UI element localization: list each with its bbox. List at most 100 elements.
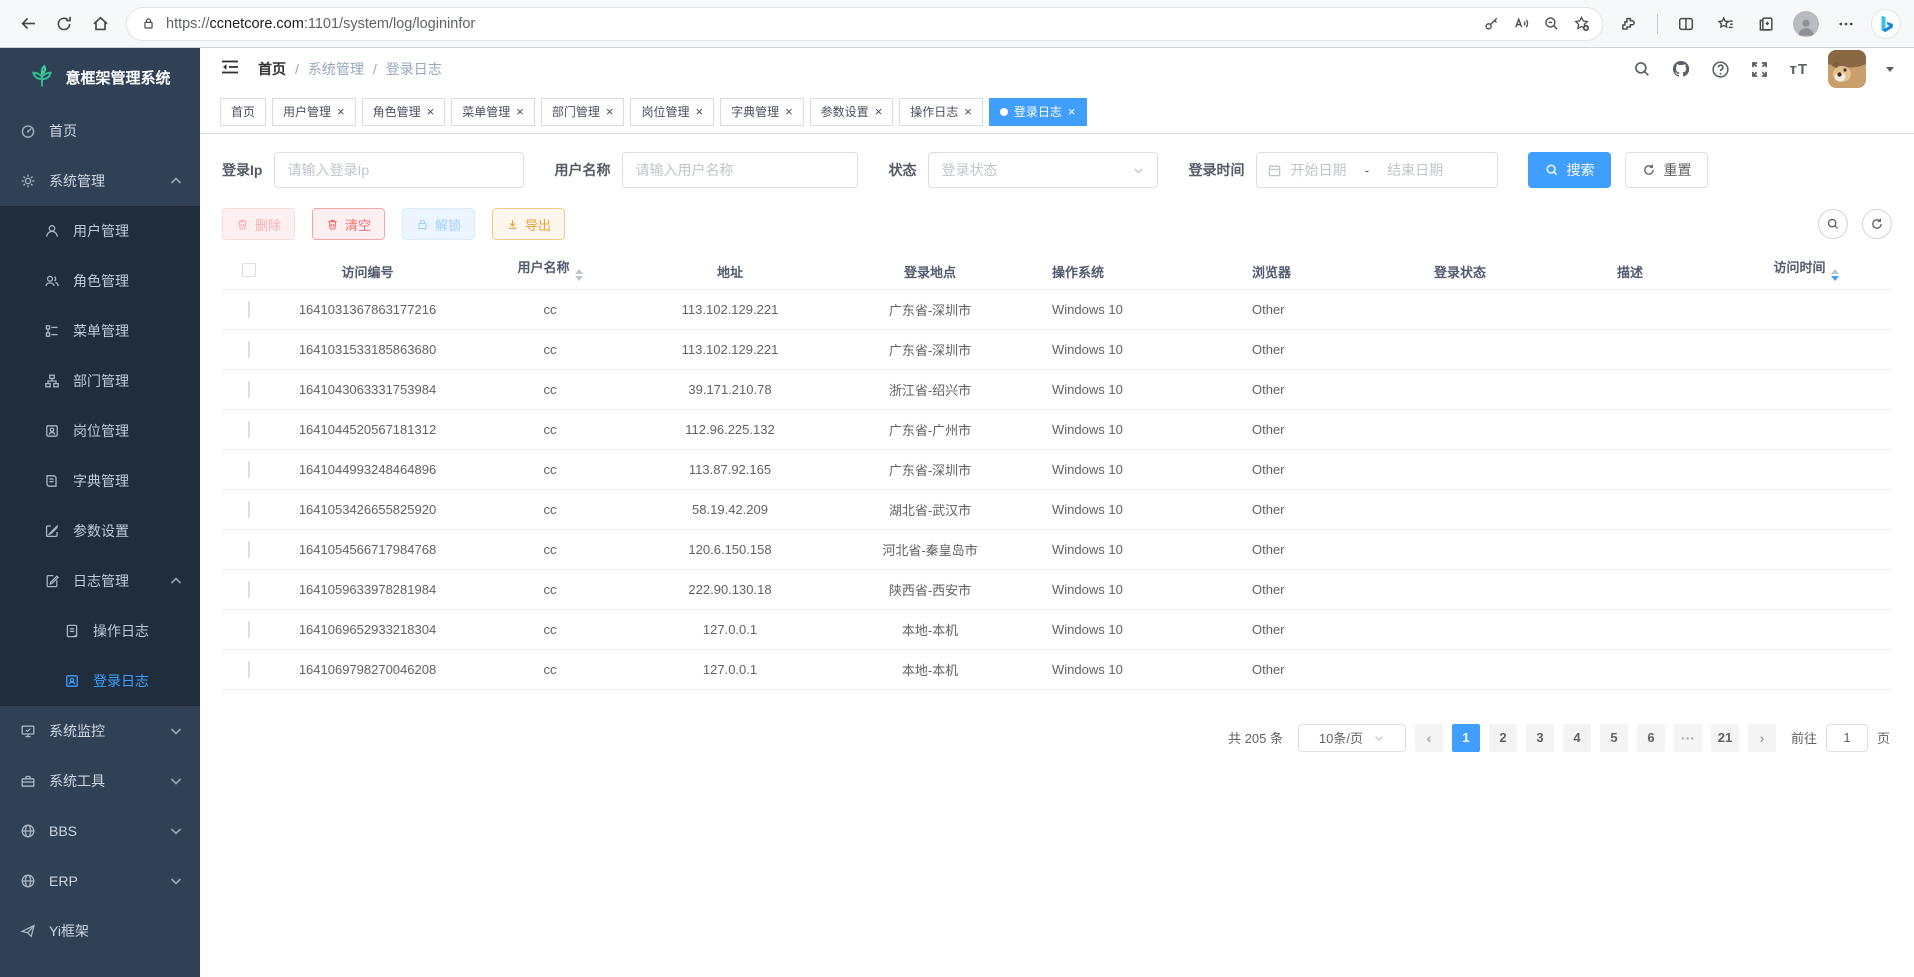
row-checkbox[interactable] [248,541,250,558]
tab-user-mgmt[interactable]: 用户管理× [272,98,356,126]
sidebar-item-user-mgmt[interactable]: 用户管理 [0,206,200,256]
sidebar-item-param-settings[interactable]: 参数设置 [0,506,200,556]
clear-button[interactable]: 清空 [312,208,385,240]
tab-post-mgmt[interactable]: 岗位管理× [630,98,714,126]
page-button-4[interactable]: 4 [1563,724,1591,752]
row-checkbox[interactable] [248,341,250,358]
column-header[interactable]: 访问时间 [1720,254,1892,289]
password-key-icon[interactable] [1476,9,1506,39]
row-checkbox[interactable] [248,581,250,598]
sidebar-item-home[interactable]: 首页 [0,106,200,156]
page-size-select[interactable]: 10条/页 [1298,724,1406,752]
font-size-icon[interactable]: тT [1789,61,1808,78]
select-all-checkbox[interactable] [242,263,256,277]
row-checkbox[interactable] [248,301,250,318]
sidebar-item-role-mgmt[interactable]: 角色管理 [0,256,200,306]
tab-param-settings[interactable]: 参数设置× [810,98,894,126]
browser-refresh-button[interactable] [46,6,82,42]
url-text[interactable]: https://ccnetcore.com:1101/system/log/lo… [166,16,1476,32]
search-button[interactable]: 搜索 [1528,152,1611,188]
close-icon[interactable]: × [785,105,793,118]
favorite-star-icon[interactable] [1566,9,1596,39]
split-screen-icon[interactable] [1668,6,1704,42]
close-icon[interactable]: × [964,105,972,118]
end-date-placeholder[interactable]: 结束日期 [1387,160,1443,180]
status-select[interactable]: 登录状态 [928,152,1158,188]
next-page-button[interactable]: › [1748,724,1776,752]
table-refresh-button[interactable] [1862,209,1892,239]
tab-operation-log[interactable]: 操作日志× [899,98,983,126]
row-checkbox[interactable] [248,661,250,678]
header-search-icon[interactable] [1633,60,1651,78]
sidebar-item-operation-log[interactable]: 操作日志 [0,606,200,656]
browser-home-button[interactable] [82,6,118,42]
fullscreen-icon[interactable] [1750,60,1769,79]
sidebar-item-system-monitor[interactable]: 系统监控 [0,706,200,756]
user-name-input[interactable] [622,152,858,188]
collections-icon[interactable] [1748,6,1784,42]
close-icon[interactable]: × [516,105,524,118]
row-checkbox[interactable] [248,381,250,398]
close-icon[interactable]: × [875,105,883,118]
address-bar[interactable]: https://ccnetcore.com:1101/system/log/lo… [126,7,1603,41]
tab-home[interactable]: 首页 [220,98,266,126]
close-icon[interactable]: × [695,105,703,118]
sidebar-item-system-tools[interactable]: 系统工具 [0,756,200,806]
row-checkbox[interactable] [248,621,250,638]
reset-button[interactable]: 重置 [1625,152,1708,188]
export-button[interactable]: 导出 [492,208,565,240]
app-logo[interactable]: 意框架管理系统 [0,48,200,106]
sidebar-item-log-mgmt[interactable]: 日志管理 [0,556,200,606]
row-checkbox[interactable] [248,421,250,438]
page-button-3[interactable]: 3 [1526,724,1554,752]
prev-page-button[interactable]: ‹ [1415,724,1443,752]
tab-dept-mgmt[interactable]: 部门管理× [541,98,625,126]
sidebar-item-post-mgmt[interactable]: 岗位管理 [0,406,200,456]
sort-caret-icon[interactable] [1831,265,1839,285]
more-pages-button[interactable]: ··· [1674,724,1702,752]
sidebar-item-system-mgmt[interactable]: 系统管理 [0,156,200,206]
github-icon[interactable] [1671,59,1691,79]
page-button-5[interactable]: 5 [1600,724,1628,752]
tab-login-log[interactable]: 登录日志× [989,98,1087,126]
sidebar-item-menu-mgmt[interactable]: 菜单管理 [0,306,200,356]
sidebar-item-bbs[interactable]: BBS [0,806,200,856]
close-icon[interactable]: × [1068,105,1076,118]
sidebar-item-erp[interactable]: ERP [0,856,200,906]
tab-dict-mgmt[interactable]: 字典管理× [720,98,804,126]
read-aloud-icon[interactable] [1506,9,1536,39]
sidebar-item-login-log[interactable]: 登录日志 [0,656,200,706]
close-icon[interactable]: × [337,105,345,118]
user-avatar[interactable] [1828,50,1866,88]
breadcrumb-item[interactable]: 首页 [258,59,286,79]
zoom-out-icon[interactable] [1536,9,1566,39]
browser-menu-icon[interactable] [1828,6,1864,42]
row-checkbox[interactable] [248,461,250,478]
close-icon[interactable]: × [427,105,435,118]
close-icon[interactable]: × [606,105,614,118]
table-search-toggle-button[interactable] [1818,209,1848,239]
login-ip-input[interactable] [274,152,524,188]
date-range-picker[interactable]: 开始日期 - 结束日期 [1256,152,1498,188]
help-icon[interactable] [1711,60,1730,79]
browser-back-button[interactable] [10,6,46,42]
delete-button[interactable]: 删除 [222,208,295,240]
page-button-21[interactable]: 21 [1711,724,1739,752]
profile-avatar-icon[interactable] [1788,6,1824,42]
sort-caret-icon[interactable] [575,265,583,285]
unlock-button[interactable]: 解锁 [402,208,475,240]
bing-chat-icon[interactable] [1868,6,1904,42]
page-button-2[interactable]: 2 [1489,724,1517,752]
sidebar-collapse-button[interactable] [220,57,240,82]
sidebar-item-yi-framework[interactable]: Yi框架 [0,906,200,956]
favorites-hub-icon[interactable] [1708,6,1744,42]
start-date-placeholder[interactable]: 开始日期 [1290,160,1346,180]
page-button-6[interactable]: 6 [1637,724,1665,752]
row-checkbox[interactable] [248,501,250,518]
sidebar-item-dept-mgmt[interactable]: 部门管理 [0,356,200,406]
page-button-1[interactable]: 1 [1452,724,1480,752]
goto-page-input[interactable] [1826,724,1868,752]
extensions-icon[interactable] [1611,6,1647,42]
tab-menu-mgmt[interactable]: 菜单管理× [451,98,535,126]
tab-role-mgmt[interactable]: 角色管理× [362,98,446,126]
